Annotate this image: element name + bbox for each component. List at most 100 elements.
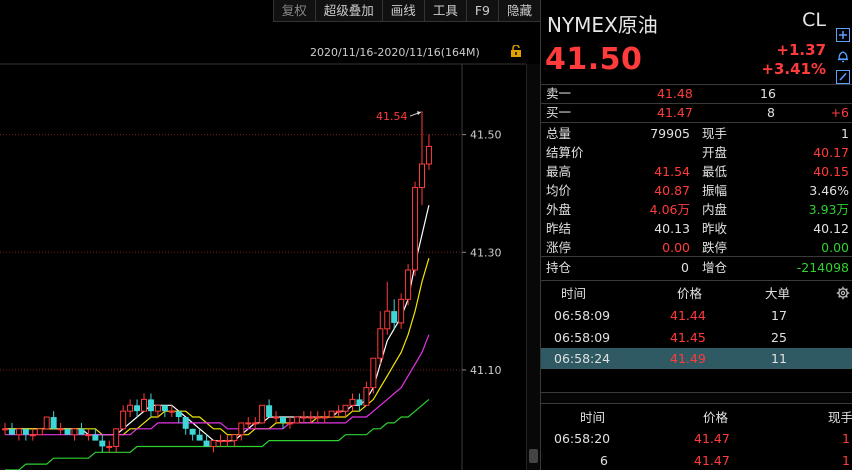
- price-change: +1.37: [776, 41, 826, 59]
- instrument-name: NYMEX原油: [547, 13, 658, 37]
- y-tick-label: 41.10: [470, 364, 502, 377]
- moving-average-line: [5, 334, 430, 436]
- quote-panel: NYMEX原油 CL 41.50 +1.37 +3.41% 卖一 41.48 1…: [540, 0, 852, 470]
- tick-volume: 11: [771, 351, 787, 366]
- candle-body: [363, 387, 370, 406]
- ticks-row[interactable]: 06:58:09 41.44 17: [541, 305, 852, 326]
- candle-body: [252, 422, 259, 425]
- ticks-row[interactable]: 06:58:24 41.49 11: [541, 348, 852, 369]
- candle-body: [419, 163, 425, 189]
- candle-body: [92, 434, 99, 441]
- stat-label: 内盘: [702, 202, 728, 217]
- instrument-code: CL: [802, 9, 826, 31]
- candle-body: [398, 298, 405, 324]
- ticks-header-price: 价格: [677, 286, 703, 301]
- tick-price: 41.49: [670, 351, 706, 366]
- bell-icon[interactable]: [836, 49, 850, 63]
- bid-row: 买一 41.47 8 +6: [541, 103, 852, 122]
- stat-row: 涨停 0.00 跌停 0.00: [541, 238, 852, 257]
- gear-icon[interactable]: [836, 286, 850, 300]
- candle-body: [71, 428, 78, 436]
- stat-label: 昨收: [702, 221, 728, 236]
- candle-body: [280, 417, 286, 423]
- stat-row: 总量 79905 现手 1: [541, 124, 852, 143]
- chart-toolbar: 复权 超级叠加 画线 工具 F9 隐藏: [272, 0, 540, 22]
- draw-line-button[interactable]: 画线: [381, 0, 424, 22]
- ask-label: 卖一: [546, 86, 572, 101]
- f9-button[interactable]: F9: [465, 0, 498, 22]
- candle-body: [384, 310, 391, 330]
- candle-body: [224, 440, 231, 443]
- trade-time: 06:58:20: [554, 431, 611, 446]
- candle-body: [154, 404, 161, 412]
- stat-row: 均价 40.87 振幅 3.46%: [541, 181, 852, 200]
- candle-body: [134, 405, 141, 412]
- stat-label: 外盘: [546, 202, 572, 217]
- candle-body: [8, 428, 15, 435]
- position-change-value: -214098: [796, 260, 849, 275]
- moving-average-line: [5, 258, 430, 436]
- lock-icon[interactable]: [510, 45, 522, 57]
- trade-volume: 1: [842, 431, 850, 446]
- candle-body: [175, 411, 182, 418]
- stat-value: 40.17: [813, 145, 849, 160]
- stat-label: 现手: [702, 126, 728, 141]
- stat-row: 外盘 4.06万 内盘 3.93万: [541, 200, 852, 219]
- price-change-percent: +3.41%: [761, 60, 826, 78]
- ask-row: 卖一 41.48 16: [541, 84, 852, 103]
- kline-chart[interactable]: 41.10 41.30 41.50 41.54: [0, 0, 540, 470]
- tools-button[interactable]: 工具: [423, 0, 466, 22]
- candle-body: [161, 405, 168, 412]
- candle-body: [273, 416, 280, 419]
- high-marker-arrowhead: [417, 111, 421, 116]
- position-change-label: 增仓: [702, 260, 728, 275]
- candle-body: [238, 422, 245, 436]
- candle-body: [328, 410, 335, 418]
- divider: [541, 256, 852, 257]
- candle-body: [300, 416, 307, 419]
- ticks-header-time: 时间: [561, 286, 587, 301]
- trades-header: 时间 价格 现手: [541, 407, 852, 428]
- stat-label: 均价: [546, 183, 572, 198]
- trades-header-time: 时间: [580, 410, 606, 425]
- candle-body: [210, 440, 217, 447]
- stat-value: 40.13: [654, 221, 690, 236]
- plus-icon[interactable]: [836, 28, 850, 42]
- stat-value: 4.06万: [649, 202, 690, 217]
- candle-body: [147, 399, 154, 412]
- stat-value: 40.15: [813, 164, 849, 179]
- stat-value: 3.46%: [809, 183, 849, 198]
- ticks-header-bigorder: 大单: [765, 286, 791, 301]
- panel-splitter[interactable]: [541, 392, 852, 404]
- trade-row[interactable]: 6 41.47 1: [541, 450, 852, 470]
- stat-row: 昨结 40.13 昨收 40.12: [541, 219, 852, 238]
- candle-body: [405, 269, 412, 300]
- candle-body: [203, 440, 210, 447]
- hide-button[interactable]: 隐藏: [497, 0, 540, 22]
- trade-price: 41.47: [694, 431, 730, 446]
- edit-icon[interactable]: [836, 70, 850, 84]
- ticks-row[interactable]: 06:58:09 41.45 25: [541, 327, 852, 348]
- stat-value: 0.00: [662, 240, 690, 255]
- stat-value: 79905: [650, 126, 690, 141]
- trade-row[interactable]: 06:58:20 41.47 1: [541, 428, 852, 449]
- super-overlay-button[interactable]: 超级叠加: [314, 0, 382, 22]
- stat-row: 最高 41.54 最低 40.15: [541, 162, 852, 181]
- candle-body: [293, 416, 300, 424]
- y-tick-label: 41.30: [470, 246, 502, 259]
- candle-body: [245, 422, 252, 425]
- trades-header-volume: 现手: [827, 410, 852, 425]
- candle-body: [321, 416, 328, 419]
- restore-rights-button[interactable]: 复权: [272, 0, 315, 22]
- candle-body: [391, 311, 398, 323]
- scrollbar-thumb[interactable]: [529, 449, 538, 463]
- candle-body: [15, 428, 22, 436]
- candle-body: [412, 187, 419, 271]
- candle-body: [29, 434, 36, 437]
- bid-price: 41.47: [657, 105, 693, 120]
- candle-body: [64, 428, 71, 435]
- stat-label: 涨停: [546, 240, 572, 255]
- kline-chart-panel[interactable]: 41.10 41.30 41.50 41.54 复权 超级叠加 画线 工具 F9 隐藏…: [0, 0, 540, 470]
- chart-vertical-scrollbar[interactable]: [526, 64, 540, 470]
- tick-volume: 17: [771, 308, 787, 323]
